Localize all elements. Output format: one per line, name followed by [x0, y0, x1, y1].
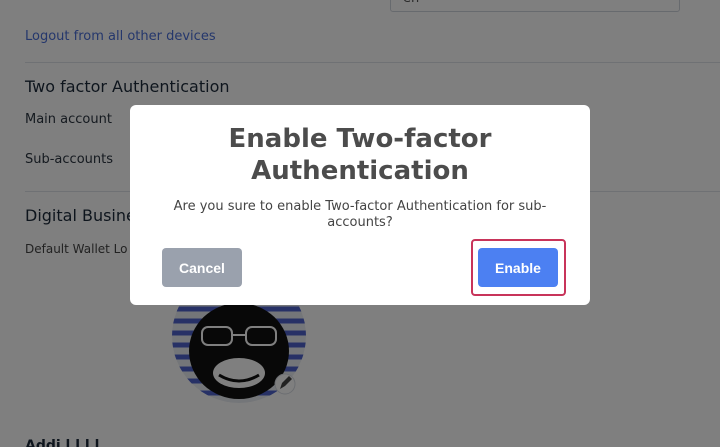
enable-2fa-dialog: Enable Two-factor Authentication Are you… — [130, 105, 590, 305]
enable-button[interactable]: Enable — [478, 248, 558, 287]
dialog-title: Enable Two-factor Authentication — [228, 124, 492, 186]
dialog-message: Are you sure to enable Two-factor Authen… — [173, 199, 547, 230]
cancel-button[interactable]: Cancel — [162, 248, 242, 287]
